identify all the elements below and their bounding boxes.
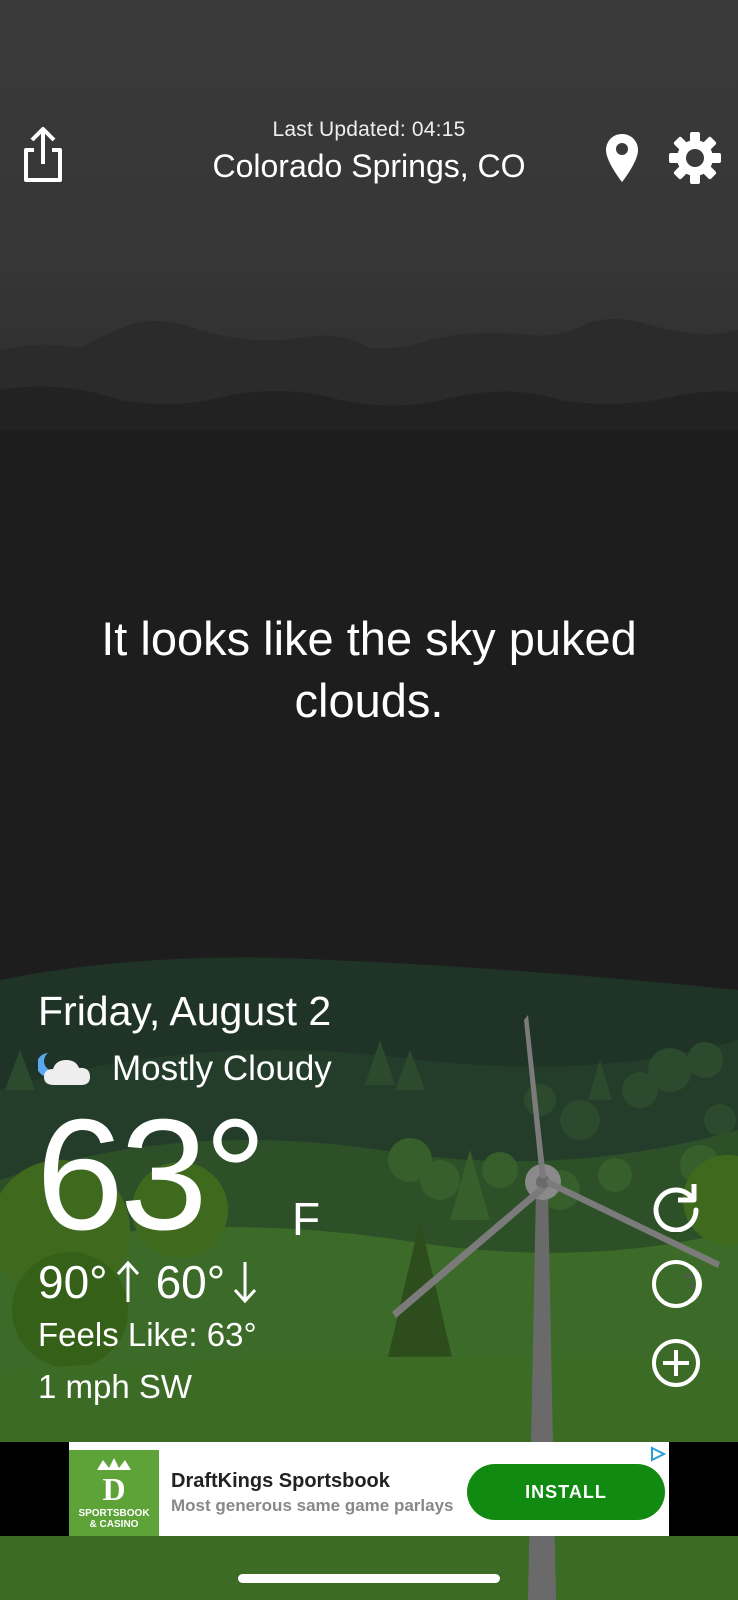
ad-title: DraftKings Sportsbook bbox=[171, 1470, 390, 1492]
location-header: Last Updated: 04:15 Colorado Springs, CO bbox=[150, 118, 588, 185]
settings-button[interactable] bbox=[668, 131, 722, 185]
install-button[interactable]: INSTALL bbox=[467, 1464, 665, 1520]
feels-like-text: Feels Like: 63° bbox=[38, 1316, 257, 1353]
draftkings-logo: D SPORTSBOOK & CASINO bbox=[69, 1450, 159, 1536]
ad-banner-bar: D SPORTSBOOK & CASINO DraftKings Sportsb… bbox=[0, 1442, 738, 1536]
city-name[interactable]: Colorado Springs, CO bbox=[150, 148, 588, 185]
arrow-down-icon bbox=[234, 1262, 257, 1304]
location-pin-icon bbox=[606, 134, 638, 182]
wind-text: 1 mph SW bbox=[38, 1368, 193, 1405]
last-updated-text: Last Updated: 04:15 bbox=[272, 118, 466, 141]
add-circle-icon bbox=[652, 1339, 700, 1387]
location-button[interactable] bbox=[604, 132, 640, 184]
svg-text:D: D bbox=[102, 1471, 125, 1507]
ad-logo-line2: & CASINO bbox=[89, 1519, 139, 1530]
arrow-up-icon bbox=[116, 1260, 139, 1302]
ad-banner[interactable]: D SPORTSBOOK & CASINO DraftKings Sportsb… bbox=[69, 1442, 669, 1536]
crown-logo-icon: D bbox=[97, 1458, 131, 1507]
high-temp: 90° bbox=[38, 1256, 108, 1308]
ad-subtitle: Most generous same game parlays bbox=[171, 1496, 454, 1515]
low-temp: 60° bbox=[155, 1256, 226, 1308]
partly-cloudy-night-icon bbox=[38, 1053, 90, 1085]
current-temperature: 63° bbox=[36, 1087, 267, 1263]
moon-phase-button[interactable] bbox=[650, 1258, 702, 1310]
high-low-row: 90° 60° bbox=[38, 1255, 259, 1309]
condition-row: Mostly Cloudy bbox=[38, 1048, 332, 1090]
condition-text: Mostly Cloudy bbox=[112, 1049, 332, 1088]
temperature-unit[interactable]: F bbox=[292, 1192, 320, 1246]
refresh-icon bbox=[653, 1184, 699, 1233]
ad-logo-line1: SPORTSBOOK bbox=[78, 1508, 150, 1519]
refresh-button[interactable] bbox=[650, 1180, 702, 1233]
forecast-date: Friday, August 2 bbox=[38, 988, 332, 1034]
gear-icon bbox=[669, 132, 721, 184]
home-indicator[interactable] bbox=[238, 1574, 500, 1583]
share-button[interactable] bbox=[20, 126, 66, 184]
ad-choices-icon[interactable] bbox=[649, 1446, 667, 1462]
weather-quip: It looks like the sky puked clouds. bbox=[101, 612, 637, 727]
add-location-button[interactable] bbox=[650, 1337, 702, 1389]
moon-phase-icon bbox=[652, 1260, 702, 1308]
share-icon bbox=[24, 127, 62, 182]
